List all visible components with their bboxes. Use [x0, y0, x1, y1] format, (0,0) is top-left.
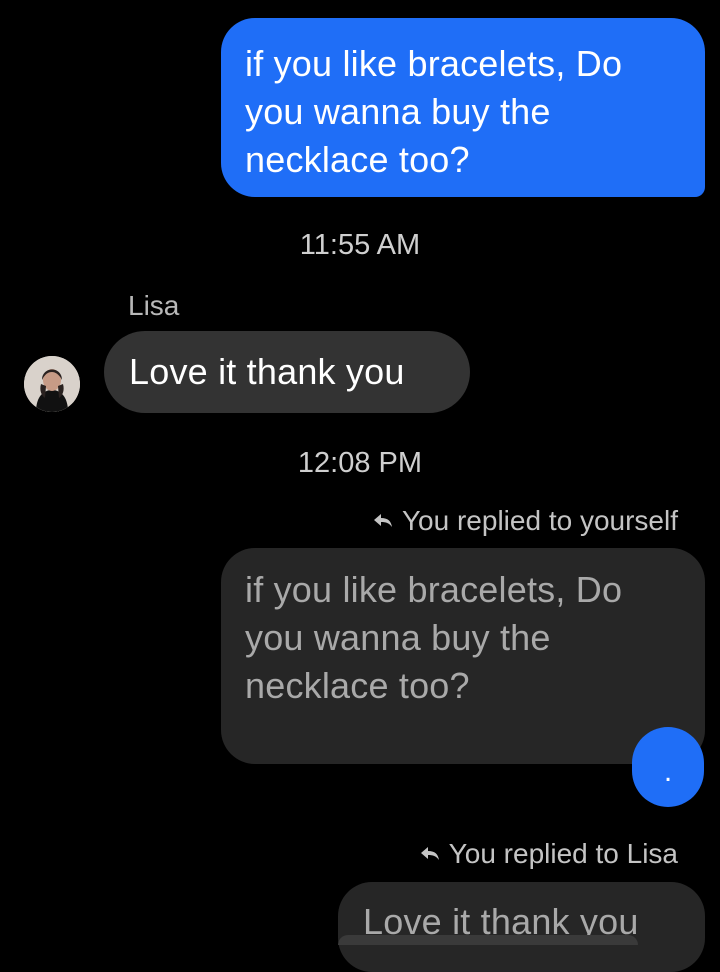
reply-note: You replied to yourself [372, 505, 678, 537]
incoming-message-text: Love it thank you [129, 351, 405, 392]
sender-name: Lisa [128, 290, 180, 321]
timestamp: 11:55 AM [299, 229, 421, 261]
reply-note-text: You replied to Lisa [448, 838, 678, 869]
reply-message-bubble[interactable]: . [632, 727, 704, 807]
timestamp: 12:08 PM [297, 447, 423, 479]
quoted-message-bubble[interactable]: Love it thank you [338, 882, 705, 972]
reply-message-text: . [663, 755, 673, 788]
reply-note-text: You replied to yourself [401, 505, 678, 536]
quoted-message-text: if you like bracelets, Do you wanna buy … [245, 569, 623, 706]
outgoing-message-bubble[interactable]: if you like bracelets, Do you wanna buy … [221, 18, 705, 197]
reply-note: You replied to Lisa [419, 838, 678, 870]
avatar[interactable] [24, 356, 80, 412]
quoted-message-bubble[interactable]: if you like bracelets, Do you wanna buy … [221, 548, 705, 764]
reply-arrow-icon [373, 514, 392, 527]
reply-arrow-icon [420, 847, 439, 860]
outgoing-message-text: if you like bracelets, Do you wanna buy … [245, 43, 623, 180]
profile-photo-icon [24, 356, 80, 412]
next-message-edge [338, 935, 638, 945]
incoming-message-bubble[interactable]: Love it thank you [104, 331, 470, 413]
